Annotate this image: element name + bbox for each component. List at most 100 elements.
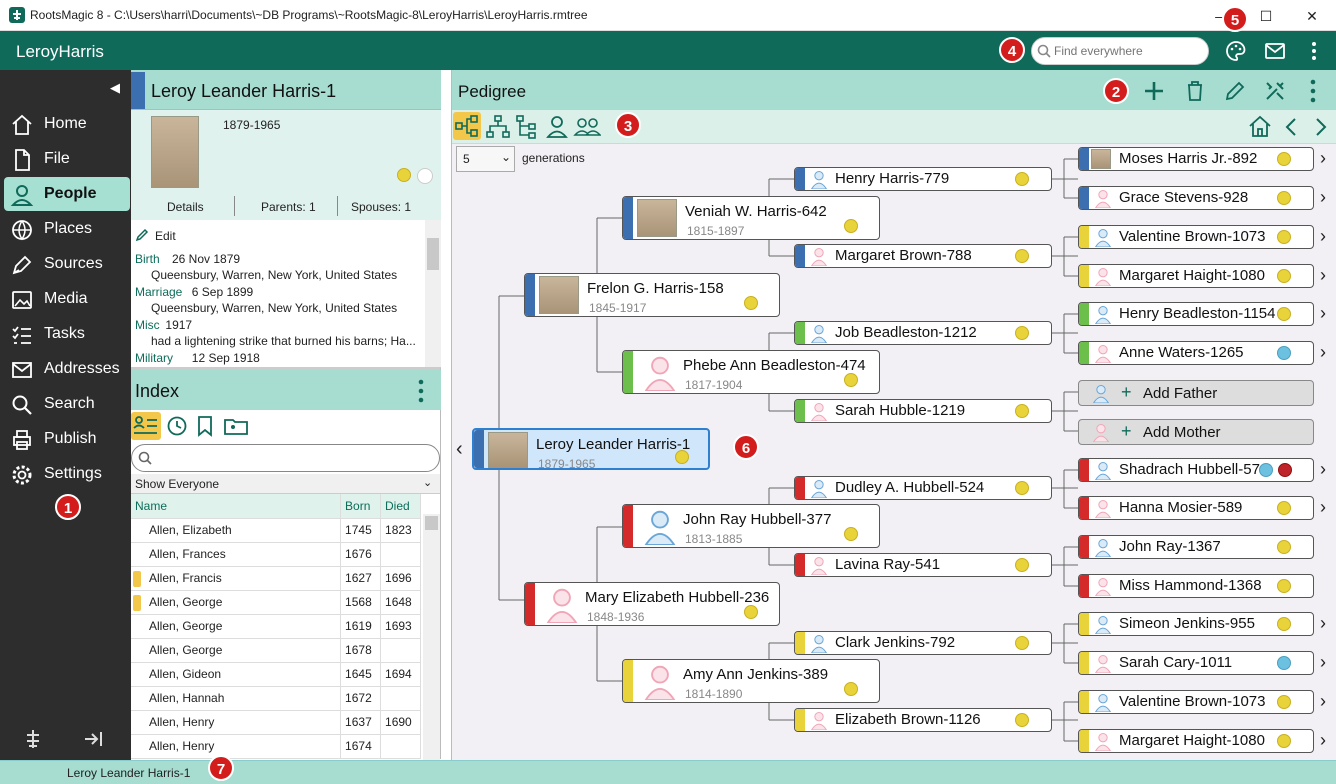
hint-icon[interactable] — [1277, 501, 1291, 515]
hint-icon[interactable] — [1277, 152, 1291, 166]
hint-icon[interactable] — [675, 450, 689, 464]
table-row[interactable]: Allen, Frances 1676 — [131, 542, 421, 567]
index-scrollbar[interactable] — [423, 514, 440, 762]
add-father-button[interactable]: + Add Father — [1078, 380, 1314, 406]
sidebar-item-addresses[interactable]: Addresses — [4, 352, 130, 386]
hint-icon[interactable] — [1259, 463, 1273, 477]
expand-right-icon[interactable]: › — [1320, 730, 1326, 751]
expand-right-icon[interactable]: › — [1320, 342, 1326, 363]
person-box[interactable]: Job Beadleston-1212 — [794, 321, 1052, 345]
expand-right-icon[interactable]: › — [1320, 497, 1326, 518]
hint-icon[interactable] — [844, 682, 858, 696]
collapse-sidebar-icon[interactable]: ◀ — [110, 80, 120, 96]
palette-icon[interactable] — [1224, 39, 1248, 63]
chevron-left-icon[interactable]: ‹ — [456, 438, 463, 461]
person-box[interactable]: Margaret Haight-1080 — [1078, 264, 1314, 288]
hint-icon[interactable] — [1277, 734, 1291, 748]
table-row[interactable]: Allen, Francis 1627 1696 — [131, 566, 421, 591]
group-folder-icon[interactable] — [223, 414, 249, 438]
table-row[interactable]: Allen, Henry 1637 1690 — [131, 710, 421, 735]
person-photo[interactable] — [151, 116, 199, 188]
col-name[interactable]: Name — [131, 494, 342, 519]
scrollbar-thumb[interactable] — [427, 238, 439, 270]
person-box[interactable]: Clark Jenkins-792 — [794, 631, 1052, 655]
close-button[interactable]: ✕ — [1302, 6, 1322, 26]
table-row[interactable]: Allen, George 1568 1648 — [131, 590, 421, 615]
hint-icon[interactable] — [744, 296, 758, 310]
person-box[interactable]: Moses Harris Jr.-892 — [1078, 147, 1314, 171]
table-row[interactable]: Allen, George 1619 1693 — [131, 614, 421, 639]
hint-icon[interactable] — [844, 527, 858, 541]
hint-icon[interactable] — [1277, 656, 1291, 670]
sidebar-item-tasks[interactable]: Tasks — [4, 317, 130, 351]
person-box[interactable]: Sarah Hubble-1219 — [794, 399, 1052, 423]
sidebar-item-home[interactable]: Home — [4, 107, 130, 141]
person-box[interactable]: John Ray Hubbell-377 1813-1885 — [622, 504, 880, 548]
sidebar-item-media[interactable]: Media — [4, 282, 130, 316]
hint-icon[interactable] — [844, 219, 858, 233]
expand-right-icon[interactable]: › — [1320, 226, 1326, 247]
sidebar-item-places[interactable]: Places — [4, 212, 130, 246]
expand-right-icon[interactable]: › — [1320, 265, 1326, 286]
col-born[interactable]: Born — [340, 494, 382, 519]
history-icon[interactable] — [165, 414, 189, 438]
maximize-button[interactable]: ☐ — [1256, 6, 1276, 26]
person-box[interactable]: Margaret Brown-788 — [794, 244, 1052, 268]
person-box[interactable]: Veniah W. Harris-642 1815-1897 — [622, 196, 880, 240]
hint-icon[interactable] — [844, 373, 858, 387]
tab-spouses[interactable]: Spouses: 1 — [351, 200, 411, 214]
person-box[interactable]: Elizabeth Brown-1126 — [794, 708, 1052, 732]
person-box[interactable]: Margaret Haight-1080 — [1078, 729, 1314, 753]
person-box[interactable]: Dudley A. Hubbell-524 — [794, 476, 1052, 500]
person-box[interactable]: Frelon G. Harris-158 1845-1917 — [524, 273, 780, 317]
person-box[interactable]: Shadrach Hubbell-574 — [1078, 458, 1314, 482]
expand-right-icon[interactable]: › — [1320, 691, 1326, 712]
hint-icon[interactable] — [744, 605, 758, 619]
sidebar-item-settings[interactable]: Settings — [4, 457, 130, 491]
hint-icon[interactable] — [1277, 230, 1291, 244]
person-box[interactable]: Lavina Ray-541 — [794, 553, 1052, 577]
sidebar-item-people[interactable]: People — [4, 177, 130, 211]
search-input[interactable] — [1054, 44, 1204, 58]
sidebar-item-sources[interactable]: Sources — [4, 247, 130, 281]
fact-label[interactable]: Marriage — [135, 285, 182, 299]
fact-label[interactable]: Misc — [135, 318, 160, 332]
table-row[interactable]: Allen, George 1678 — [131, 638, 421, 663]
sidebar-item-publish[interactable]: Publish — [4, 422, 130, 456]
hint-icon[interactable] — [397, 168, 411, 182]
sidebar-item-file[interactable]: File — [4, 142, 130, 176]
person-box[interactable]: Henry Beadleston-1154 — [1078, 302, 1314, 326]
person-box[interactable]: Simeon Jenkins-955 — [1078, 612, 1314, 636]
tab-details[interactable]: Details — [167, 200, 204, 214]
index-people-tab[interactable] — [131, 412, 161, 440]
person-box[interactable]: Phebe Ann Beadleston-474 1817-1904 — [622, 350, 880, 394]
person-box[interactable]: John Ray-1367 — [1078, 535, 1314, 559]
hint-icon[interactable] — [1015, 481, 1029, 495]
search-everywhere[interactable] — [1031, 37, 1209, 65]
sidebar-item-search[interactable]: Search — [4, 387, 130, 421]
expand-right-icon[interactable]: › — [1320, 652, 1326, 673]
col-died[interactable]: Died — [380, 494, 421, 519]
tab-parents[interactable]: Parents: 1 — [261, 200, 316, 214]
scrollbar-thumb[interactable] — [425, 516, 438, 530]
filter-dropdown[interactable]: Show Everyone ⌄ — [131, 474, 440, 494]
tree-icon[interactable] — [22, 728, 44, 750]
hint-icon[interactable] — [1277, 695, 1291, 709]
hint-icon[interactable] — [1015, 172, 1029, 186]
hint-icon[interactable] — [1277, 346, 1291, 360]
expand-right-icon[interactable]: › — [1320, 148, 1326, 169]
person-box[interactable]: Miss Hammond-1368 — [1078, 574, 1314, 598]
person-box[interactable]: Sarah Cary-1011 — [1078, 651, 1314, 675]
expand-right-icon[interactable]: › — [1320, 303, 1326, 324]
table-row[interactable]: Allen, Henry 1674 — [131, 734, 421, 759]
edit-button[interactable]: Edit — [155, 229, 176, 243]
hint-icon[interactable] — [1015, 326, 1029, 340]
person-box[interactable]: Leroy Leander Harris-1 1879-1965 — [472, 428, 710, 471]
hint-icon[interactable] — [1277, 191, 1291, 205]
exit-icon[interactable] — [82, 728, 106, 750]
person-box[interactable]: Anne Waters-1265 — [1078, 341, 1314, 365]
bookmark-icon[interactable] — [195, 414, 215, 438]
hint-icon[interactable] — [1015, 636, 1029, 650]
expand-right-icon[interactable]: › — [1320, 613, 1326, 634]
hint-icon[interactable] — [1277, 579, 1291, 593]
